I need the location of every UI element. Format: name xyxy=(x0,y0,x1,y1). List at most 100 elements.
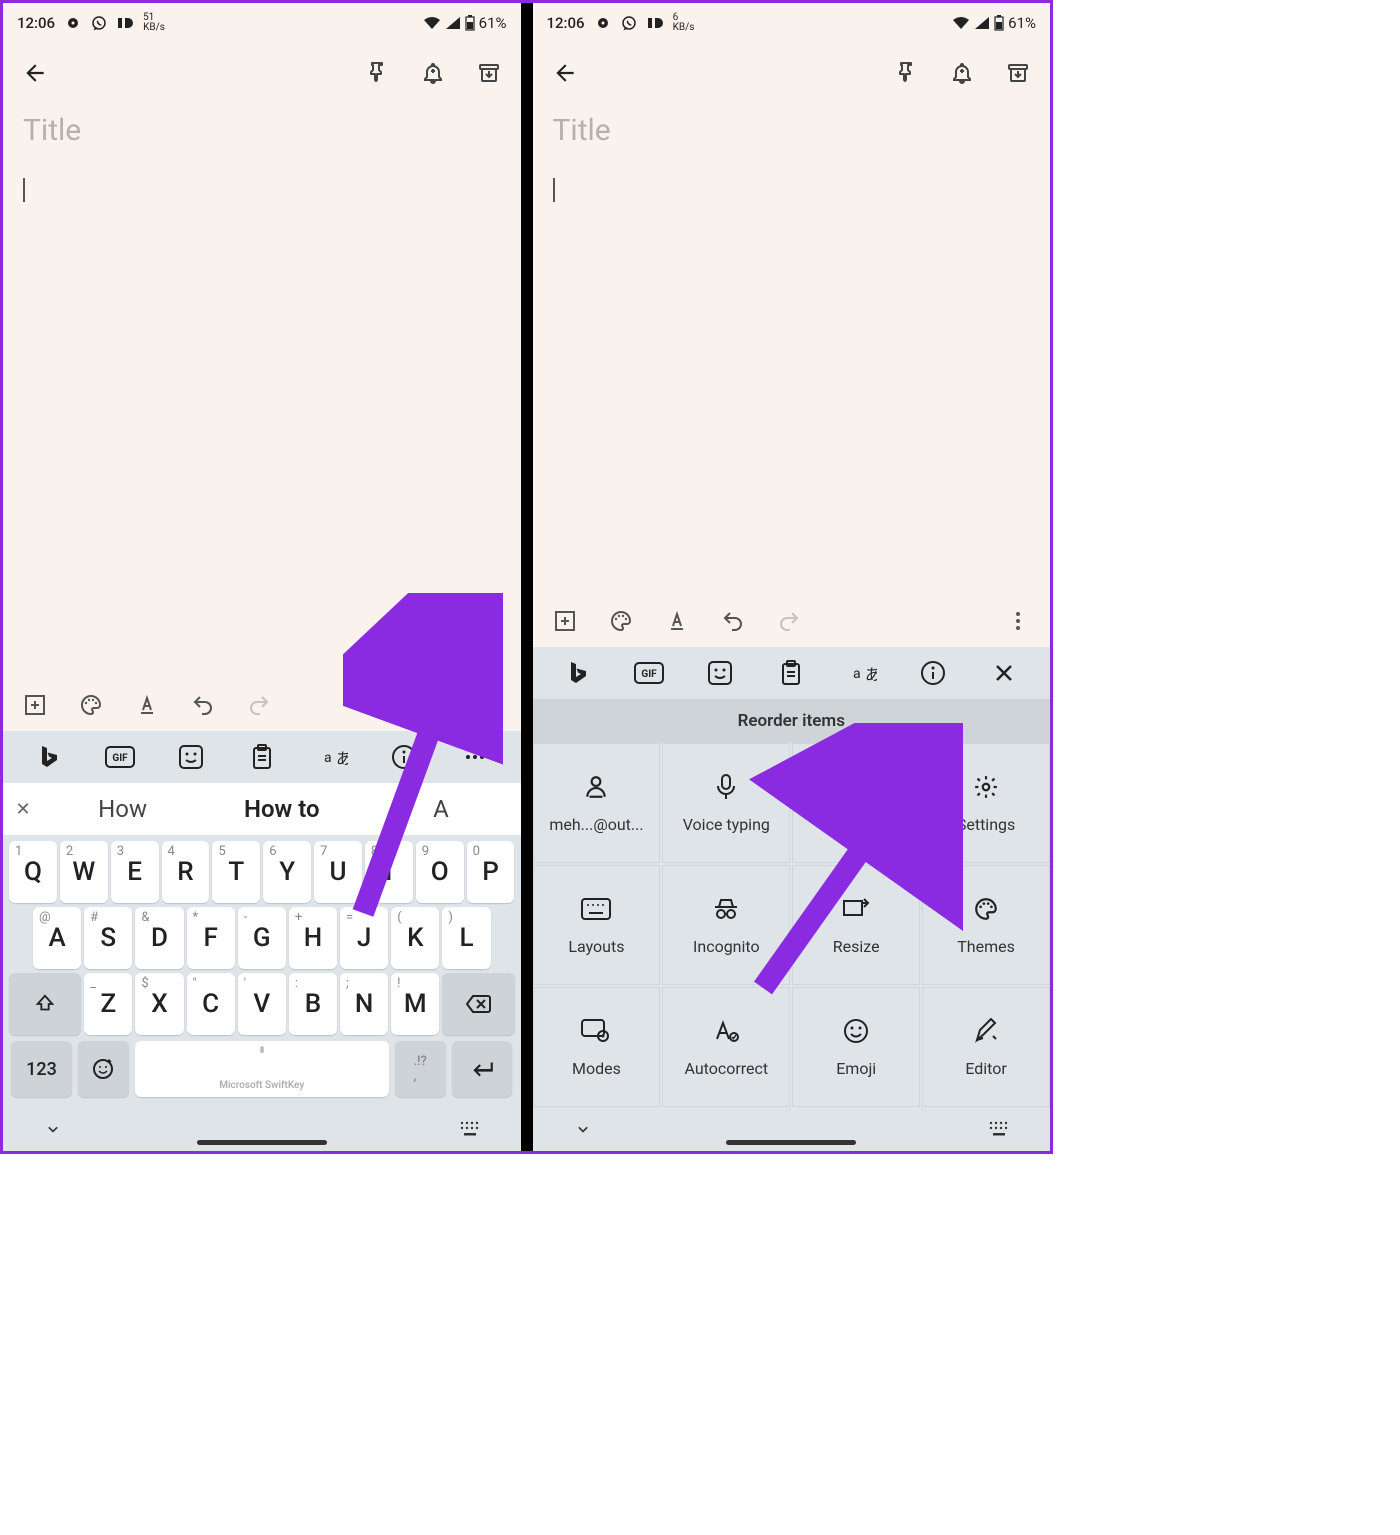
grid-item-autocorrect[interactable]: Autocorrect xyxy=(662,987,790,1107)
pin-button[interactable] xyxy=(363,59,391,87)
incognito-icon xyxy=(711,895,741,923)
key-m[interactable]: M! xyxy=(391,973,439,1035)
key-a[interactable]: A@ xyxy=(33,907,81,969)
nav-collapse-icon[interactable] xyxy=(43,1119,63,1139)
more-button[interactable] xyxy=(1004,607,1032,635)
gif-icon[interactable]: GIF xyxy=(629,662,669,684)
key-w[interactable]: W2 xyxy=(60,841,108,903)
suggestion-2[interactable]: How to xyxy=(202,795,361,823)
key-y[interactable]: Y6 xyxy=(263,841,311,903)
redo-button[interactable] xyxy=(775,607,803,635)
key-e[interactable]: E3 xyxy=(111,841,159,903)
undo-button[interactable] xyxy=(189,691,217,719)
format-button[interactable] xyxy=(663,607,691,635)
punct-key[interactable]: .!?, xyxy=(395,1041,446,1097)
reminder-button[interactable] xyxy=(419,59,447,87)
archive-button[interactable] xyxy=(1004,59,1032,87)
key-q[interactable]: Q1 xyxy=(9,841,57,903)
sticker-icon[interactable] xyxy=(171,744,211,770)
emoji-key[interactable] xyxy=(78,1041,129,1097)
back-button[interactable] xyxy=(551,59,579,87)
keyboard-toolbar: GIF aあ xyxy=(3,731,521,783)
grid-item-emoji[interactable]: Emoji xyxy=(792,987,920,1107)
backspace-key[interactable] xyxy=(442,973,514,1035)
gif-icon[interactable]: GIF xyxy=(100,746,140,768)
grid-item-pen[interactable]: Editor xyxy=(922,987,1050,1107)
key-s[interactable]: S# xyxy=(84,907,132,969)
palette-button[interactable] xyxy=(607,607,635,635)
key-f[interactable]: F* xyxy=(187,907,235,969)
space-key[interactable]: Microsoft SwiftKey xyxy=(135,1041,389,1097)
key-n[interactable]: N; xyxy=(340,973,388,1035)
suggestion-1[interactable]: How xyxy=(43,795,202,823)
status-bar: 12:06 6 KB/s 61% xyxy=(533,3,1051,43)
grid-item-account[interactable]: meh...@out... xyxy=(533,743,661,863)
key-l[interactable]: L) xyxy=(442,907,490,969)
id-icon xyxy=(647,16,663,30)
translate-icon[interactable]: aあ xyxy=(842,662,882,684)
palette-button[interactable] xyxy=(77,691,105,719)
battery-icon xyxy=(465,15,475,31)
key-x[interactable]: X$ xyxy=(135,973,183,1035)
key-g[interactable]: G- xyxy=(238,907,286,969)
key-r[interactable]: R4 xyxy=(162,841,210,903)
key-p[interactable]: P0 xyxy=(467,841,515,903)
translate-icon[interactable]: aあ xyxy=(313,746,353,768)
pin-button[interactable] xyxy=(892,59,920,87)
sticker-icon[interactable] xyxy=(700,660,740,686)
grid-item-mic[interactable]: Voice typing xyxy=(662,743,790,863)
undo-button[interactable] xyxy=(719,607,747,635)
close-icon[interactable] xyxy=(984,662,1024,684)
shift-key[interactable] xyxy=(9,973,81,1035)
note-toolbar xyxy=(3,679,521,731)
key-u[interactable]: U7 xyxy=(314,841,362,903)
info-icon[interactable] xyxy=(913,660,953,686)
key-v[interactable]: V' xyxy=(238,973,286,1035)
grid-item-incognito[interactable]: Incognito xyxy=(662,865,790,985)
nav-keyboard-icon[interactable] xyxy=(988,1120,1010,1138)
signal-icon xyxy=(974,16,990,30)
status-bar: 12:06 51 KB/s 61% xyxy=(3,3,521,43)
key-b[interactable]: B: xyxy=(289,973,337,1035)
key-j[interactable]: J= xyxy=(340,907,388,969)
add-button[interactable] xyxy=(551,607,579,635)
key-i[interactable]: I8 xyxy=(365,841,413,903)
more-horizontal-icon[interactable] xyxy=(455,744,495,770)
title-input[interactable]: Title xyxy=(553,113,1031,148)
archive-button[interactable] xyxy=(475,59,503,87)
key-d[interactable]: D& xyxy=(135,907,183,969)
clipboard-icon[interactable] xyxy=(242,744,282,770)
redo-button[interactable] xyxy=(245,691,273,719)
nav-keyboard-icon[interactable] xyxy=(459,1120,481,1138)
note-body[interactable]: Title xyxy=(3,103,521,679)
grid-item-resize[interactable]: Resize xyxy=(792,865,920,985)
bing-icon[interactable] xyxy=(558,660,598,686)
note-body[interactable]: Title xyxy=(533,103,1051,595)
info-icon[interactable] xyxy=(384,744,424,770)
back-button[interactable] xyxy=(21,59,49,87)
grid-item-check[interactable]: To Do xyxy=(792,743,920,863)
more-button[interactable] xyxy=(475,691,503,719)
wifi-icon xyxy=(423,16,441,30)
key-z[interactable]: Z_ xyxy=(84,973,132,1035)
suggestion-close[interactable]: ✕ xyxy=(3,799,43,820)
grid-item-modes[interactable]: Modes xyxy=(533,987,661,1107)
key-o[interactable]: O9 xyxy=(416,841,464,903)
grid-item-palette[interactable]: Themes xyxy=(922,865,1050,985)
title-input[interactable]: Title xyxy=(23,113,501,148)
clipboard-icon[interactable] xyxy=(771,660,811,686)
key-c[interactable]: C" xyxy=(187,973,235,1035)
grid-item-keyboard[interactable]: Layouts xyxy=(533,865,661,985)
key-t[interactable]: T5 xyxy=(212,841,260,903)
enter-key[interactable] xyxy=(452,1041,513,1097)
format-button[interactable] xyxy=(133,691,161,719)
grid-item-gear[interactable]: Settings xyxy=(922,743,1050,863)
nav-collapse-icon[interactable] xyxy=(573,1119,593,1139)
key-h[interactable]: H+ xyxy=(289,907,337,969)
numeric-key[interactable]: 123 xyxy=(11,1041,72,1097)
bing-icon[interactable] xyxy=(29,744,69,770)
key-k[interactable]: K( xyxy=(391,907,439,969)
add-button[interactable] xyxy=(21,691,49,719)
reminder-button[interactable] xyxy=(948,59,976,87)
suggestion-3[interactable]: A xyxy=(361,795,520,823)
